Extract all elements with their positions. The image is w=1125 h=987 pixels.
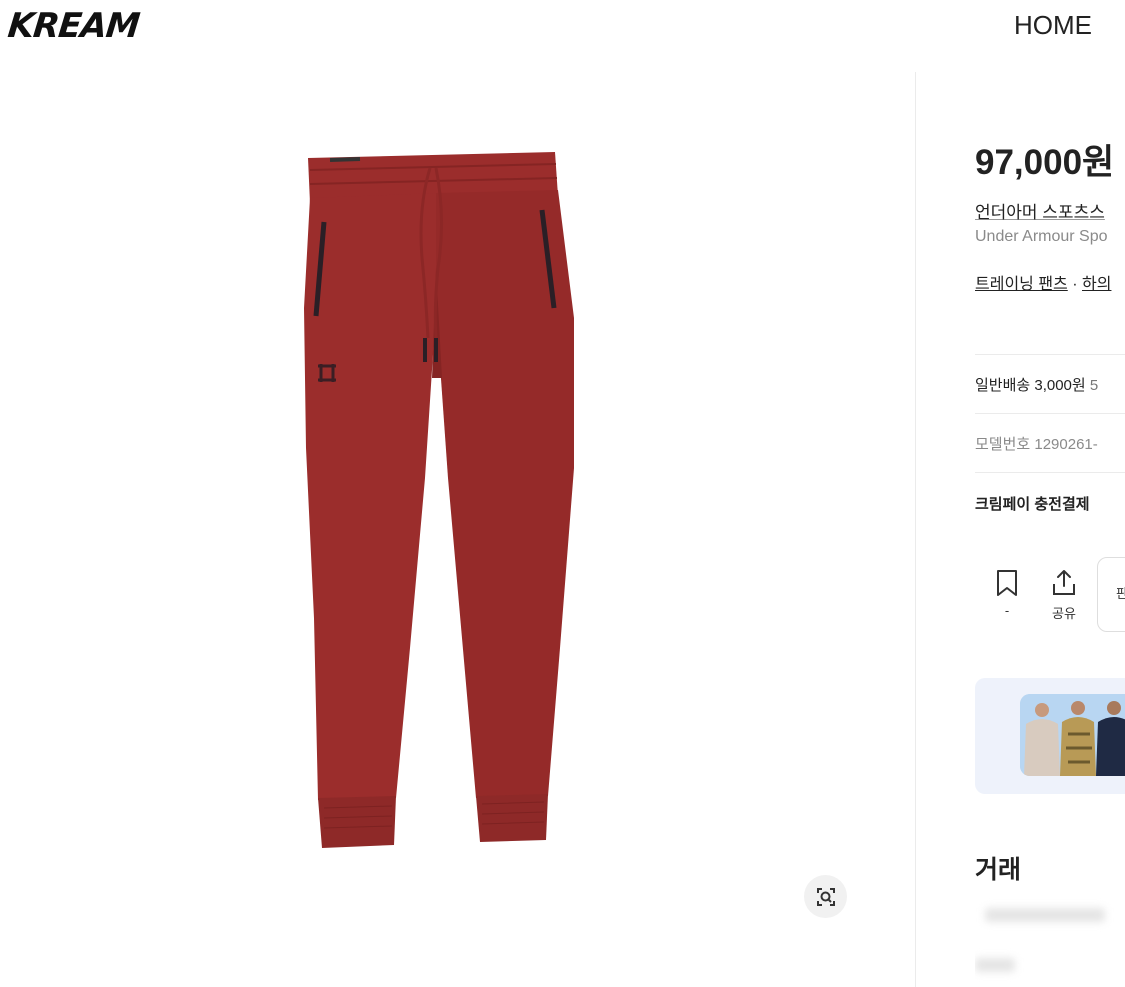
banner-models-image (1020, 694, 1125, 776)
action-button-label: 판 (1116, 586, 1125, 601)
category-separator: · (1072, 276, 1078, 293)
lens-search-button[interactable] (804, 875, 847, 918)
category-breadcrumb: 트레이닝 팬츠 · 하의 (975, 270, 1111, 294)
action-button[interactable]: 판 (1097, 557, 1125, 632)
bookmark-icon (997, 570, 1017, 596)
blurred-content (975, 958, 1015, 972)
divider (975, 413, 1125, 414)
model-number: 모델번호 1290261- (975, 436, 1098, 453)
divider (975, 472, 1125, 473)
pants-image (304, 152, 574, 848)
product-name-en: Under Armour Spo (975, 228, 1108, 245)
lens-search-icon (816, 887, 835, 906)
trade-section-title: 거래 (975, 856, 1022, 884)
category-link-training-pants[interactable]: 트레이닝 팬츠 (975, 276, 1068, 293)
bookmark-button[interactable]: - (987, 568, 1027, 618)
product-price: 97,000원 (975, 143, 1115, 182)
promo-banner[interactable] (975, 678, 1125, 794)
divider (975, 354, 1125, 355)
product-info-panel: 97,000원 언더아머 스포츠스 Under Armour Spo 트레이닝 … (975, 0, 1125, 987)
kream-pay-info[interactable]: 크림페이 충전결제 (975, 493, 1090, 514)
category-link-bottoms[interactable]: 하의 (1082, 276, 1111, 293)
banner-image (1020, 694, 1125, 776)
share-icon (1053, 570, 1075, 595)
bookmark-count: - (1004, 603, 1010, 618)
product-image (290, 148, 590, 858)
share-label: 공유 (1052, 606, 1076, 621)
shipping-label: 일반배송 3,000원 (975, 377, 1086, 394)
share-button[interactable]: 공유 (1044, 568, 1084, 622)
product-name-ko[interactable]: 언더아머 스포츠스 (975, 198, 1105, 223)
kream-logo[interactable]: KREAM (6, 6, 141, 46)
blurred-content (985, 908, 1105, 922)
shipping-rest: 5 (1089, 377, 1099, 394)
vertical-divider (915, 72, 916, 987)
top-bar: KREAM HOME (0, 0, 1125, 60)
shipping-info: 일반배송 3,000원 5 (975, 374, 1098, 395)
